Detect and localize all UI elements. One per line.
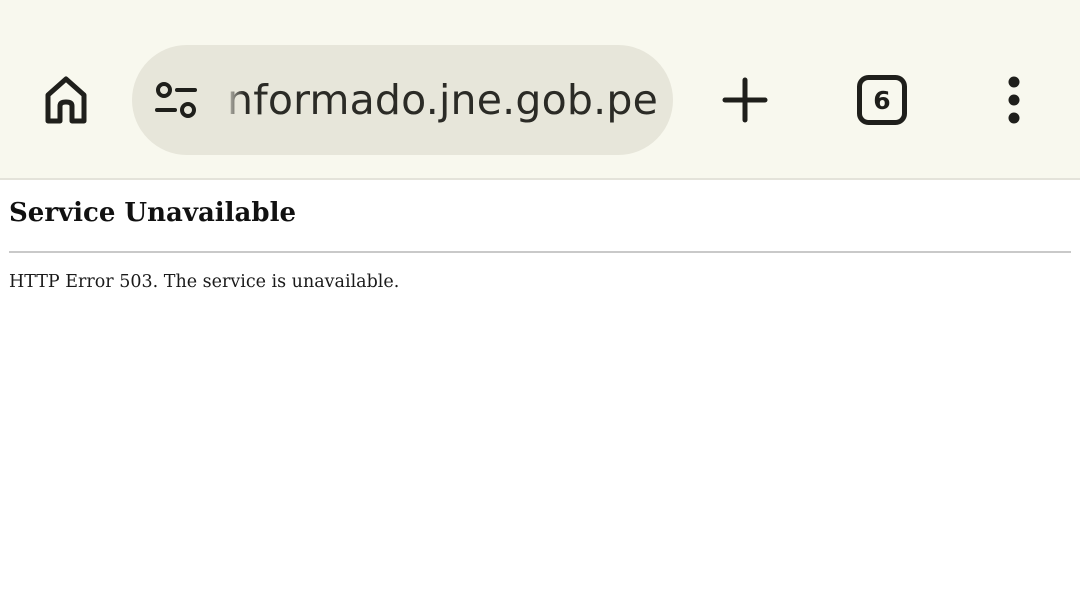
home-icon [45,76,87,124]
tab-count: 6 [873,86,890,115]
more-menu-button[interactable] [984,70,1044,130]
url-fade [218,45,244,155]
tab-switcher-icon: 6 [857,75,907,125]
address-bar[interactable]: informado.jne.gob.pe [132,45,673,155]
url-text: informado.jne.gob.pe [218,76,658,124]
more-vert-icon [1008,76,1020,124]
horizontal-rule [9,251,1071,253]
new-tab-button[interactable] [715,70,775,130]
browser-toolbar: informado.jne.gob.pe 6 [0,0,1080,180]
tune-icon [155,82,197,118]
site-settings-button[interactable] [152,79,200,121]
page-title: Service Unavailable [9,198,297,228]
error-message: HTTP Error 503. The service is unavailab… [9,272,400,292]
page-content: Service Unavailable HTTP Error 503. The … [0,180,1080,592]
home-button[interactable] [36,70,96,130]
tab-switcher-button[interactable]: 6 [852,70,912,130]
url-field[interactable]: informado.jne.gob.pe [218,45,658,155]
plus-icon [722,77,768,123]
